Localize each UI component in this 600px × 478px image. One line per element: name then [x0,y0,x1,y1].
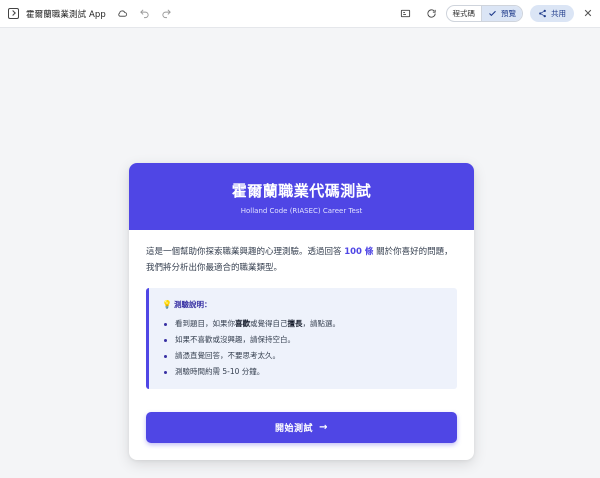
instructions-title-label: 測驗說明： [173,300,212,309]
close-icon[interactable]: ✕ [582,8,594,19]
instruction-item: 看到題目，如果你喜歡或覺得自己擅長，請點選。 [162,316,445,332]
card-header: 霍爾蘭職業代碼測試 Holland Code (RIASEC) Career T… [129,163,474,230]
view-toggle: 程式碼 預覽 [445,5,523,22]
page-title: 霍爾蘭職業代碼測試 [231,182,372,200]
refresh-icon[interactable] [424,6,440,22]
share-label: 共用 [551,9,566,18]
instruction-item: 請憑直覺回答，不要思考太久。 [162,348,445,364]
card-body: 這是一個幫助你探索職業興趣的心理測驗。透過回答 100 條 關於你喜好的問題，我… [129,230,474,389]
preview-tab-label: 預覽 [501,9,516,18]
share-icon [539,9,546,18]
instruction-emphasis: 擅長 [287,319,303,328]
intro-text: 這是一個幫助你探索職業興趣的心理測驗。透過回答 100 條 關於你喜好的問題，我… [146,244,457,276]
instruction-emphasis: 喜歡 [235,319,250,328]
page-subtitle: Holland Code (RIASEC) Career Test [240,207,363,215]
instructions-list: 看到題目，如果你喜歡或覺得自己擅長，請點選。 如果不喜歡或沒興趣，請保持空白。 … [162,316,445,380]
start-test-label: 開始測試 [275,424,314,434]
app-icon [8,8,19,19]
instruction-item: 測驗時間約需 5-10 分鐘。 [162,364,445,380]
instructions-box: 💡 測驗說明： 看到題目，如果你喜歡或覺得自己擅長，請點選。 如果不喜歡或沒興趣… [146,288,457,389]
check-icon [489,10,496,17]
test-intro-card: 霍爾蘭職業代碼測試 Holland Code (RIASEC) Career T… [129,163,474,460]
code-tab[interactable]: 程式碼 [447,6,482,21]
start-test-button[interactable]: 開始測試 → [146,412,457,443]
intro-text-start: 這是一個幫助你探索職業興趣的心理測驗。透過回答 [146,247,345,257]
arrow-right-icon: → [319,422,328,433]
share-button[interactable]: 共用 [530,5,574,22]
lightbulb-icon: 💡 [162,300,172,309]
question-count: 100 條 [344,247,374,257]
redo-icon[interactable] [159,6,175,22]
cloud-icon[interactable] [115,6,131,22]
instruction-text: 看到題目，如果你 [175,319,235,328]
instruction-text: 或覺得自己 [250,319,288,328]
instruction-text: ，請點選。 [302,319,341,328]
instructions-title: 💡 測驗說明： [162,299,445,310]
app-title: 霍爾蘭職業測試 App [26,9,106,20]
undo-icon[interactable] [137,6,153,22]
layout-icon[interactable] [398,6,414,22]
preview-tab[interactable]: 預覽 [481,6,522,21]
top-toolbar: 霍爾蘭職業測試 App 程式碼 預覽 共用 ✕ [0,0,600,28]
instruction-item: 如果不喜歡或沒興趣，請保持空白。 [162,332,445,348]
